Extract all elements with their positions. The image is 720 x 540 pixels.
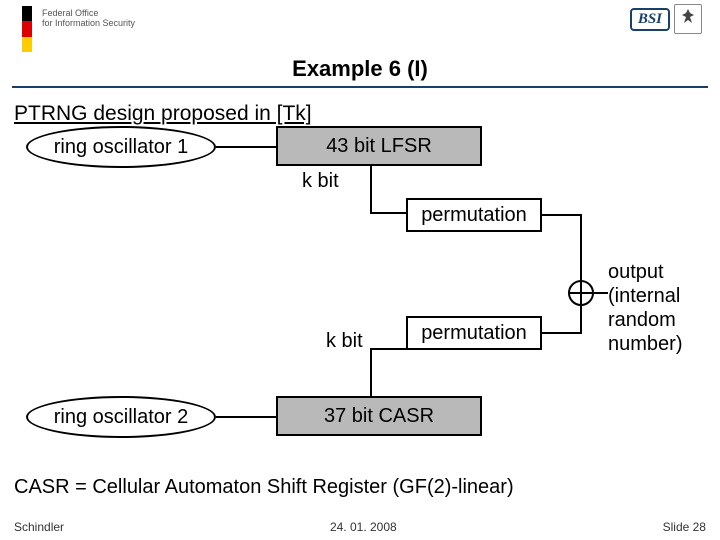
edge-lfsr-down — [370, 166, 372, 214]
kbit-top-label: k bit — [302, 170, 339, 193]
lfsr-block: 43 bit LFSR — [276, 126, 482, 166]
permutation-bottom: permutation — [406, 316, 542, 350]
header: Federal Office for Information Security … — [0, 0, 720, 58]
casr-block: 37 bit CASR — [276, 396, 482, 436]
edge-permtop-right — [542, 214, 582, 216]
footer-slide: Slide 28 — [663, 520, 706, 534]
casr-label: 37 bit CASR — [324, 405, 434, 428]
xor-node — [568, 280, 594, 306]
permutation-top: permutation — [406, 198, 542, 232]
footnote: CASR = Cellular Automaton Shift Register… — [14, 476, 514, 499]
agency-line1: Federal Office — [42, 8, 135, 18]
edge-osc2-casr — [216, 416, 276, 418]
footer-author: Schindler — [14, 520, 64, 534]
slide-title: Example 6 (I) — [0, 56, 720, 82]
bsi-text: BSI — [630, 8, 670, 31]
output-l2: (internal — [608, 284, 682, 308]
diagram-canvas: ring oscillator 1 43 bit LFSR k bit perm… — [0, 108, 720, 488]
kbit-bot-label: k bit — [326, 330, 363, 353]
output-l4: number) — [608, 332, 682, 356]
german-flag-icon — [22, 6, 32, 52]
agency-name: Federal Office for Information Security — [42, 8, 135, 29]
footer-date: 24. 01. 2008 — [330, 520, 397, 534]
lfsr-label: 43 bit LFSR — [326, 135, 432, 158]
edge-osc1-lfsr — [216, 146, 276, 148]
perm-top-label: permutation — [421, 204, 527, 227]
output-label: output (internal random number) — [608, 260, 682, 356]
eagle-emblem-icon — [674, 4, 702, 34]
edge-to-perm-top — [370, 212, 406, 214]
osc1-label: ring oscillator 1 — [54, 136, 189, 159]
edge-permtop-down — [580, 214, 582, 282]
output-l1: output — [608, 260, 682, 284]
title-rule — [12, 86, 708, 88]
ring-oscillator-2: ring oscillator 2 — [26, 396, 216, 438]
edge-permbot-up — [580, 306, 582, 334]
output-l3: random — [608, 308, 682, 332]
osc2-label: ring oscillator 2 — [54, 406, 189, 429]
ring-oscillator-1: ring oscillator 1 — [26, 126, 216, 168]
edge-xor-output — [594, 292, 608, 294]
perm-bot-label: permutation — [421, 322, 527, 345]
edge-permbot-right — [542, 332, 582, 334]
footer: Schindler 24. 01. 2008 Slide 28 — [14, 520, 706, 534]
agency-line2: for Information Security — [42, 18, 135, 28]
edge-to-perm-bot — [370, 348, 406, 350]
edge-casr-up — [370, 348, 372, 396]
bsi-logo: BSI — [630, 4, 702, 34]
